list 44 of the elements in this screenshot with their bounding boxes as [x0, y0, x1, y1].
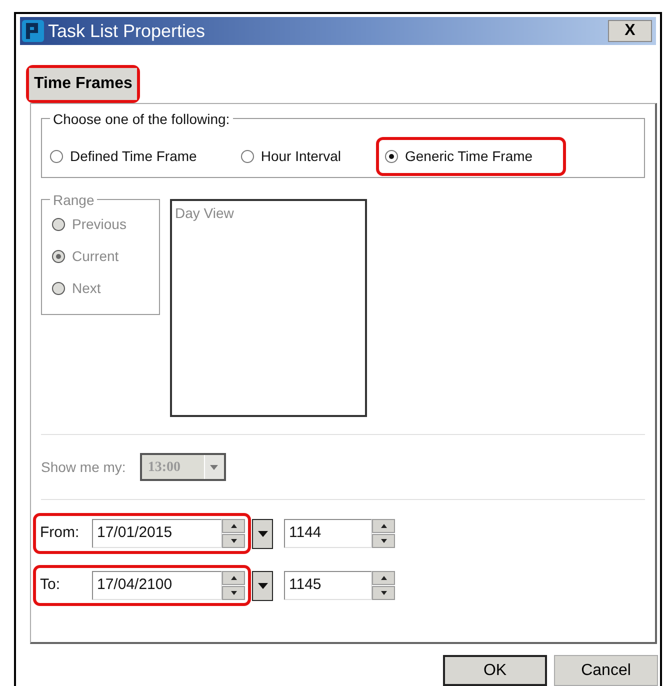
caret-up-icon — [230, 576, 236, 580]
time-field[interactable]: 1144 — [284, 519, 372, 548]
caret-down-icon — [258, 530, 268, 536]
window-title: Task List Properties — [48, 20, 206, 43]
spin-up-button[interactable] — [372, 571, 395, 585]
time-field[interactable]: 1145 — [284, 571, 372, 600]
date-label: From: — [40, 523, 80, 544]
caret-down-icon — [258, 582, 268, 588]
app-logo-icon — [22, 20, 44, 42]
date-field[interactable]: 17/04/2100 — [92, 571, 222, 600]
date-label: To: — [40, 575, 62, 596]
spin-up-button[interactable] — [372, 519, 395, 533]
spin-up-button[interactable] — [222, 571, 245, 585]
option-label: Current — [72, 247, 119, 266]
spin-down-button[interactable] — [372, 586, 395, 600]
spin-down-button[interactable] — [222, 586, 245, 600]
caret-up-icon — [380, 576, 386, 580]
caret-down-icon — [380, 591, 386, 595]
radio-button[interactable] — [50, 150, 63, 162]
day-view-label: Day View — [175, 205, 234, 221]
radio-button[interactable] — [384, 150, 398, 162]
option-label: Hour Interval — [260, 146, 341, 166]
caret-up-icon — [230, 524, 236, 528]
option-label: Generic Time Frame — [404, 146, 533, 166]
caret-up-icon — [380, 524, 386, 528]
radio-button[interactable] — [240, 150, 254, 162]
show-me-label: Show me my: — [41, 458, 126, 477]
option-label: Previous — [72, 215, 126, 234]
spin-up-button[interactable] — [222, 519, 245, 533]
calendar-dropdown-button[interactable] — [252, 570, 273, 600]
spin-down-button[interactable] — [372, 534, 395, 548]
spin-down-button[interactable] — [222, 534, 245, 548]
caret-down-icon — [230, 591, 236, 595]
dialog-button[interactable]: Cancel — [554, 655, 658, 686]
option-label: Defined Time Frame — [70, 146, 197, 166]
dialog-button[interactable]: OK — [443, 655, 547, 686]
caret-down-icon — [380, 539, 386, 543]
caret-down-icon — [210, 464, 218, 470]
option-label: Next — [72, 279, 101, 298]
date-field[interactable]: 17/01/2015 — [92, 519, 222, 548]
tab[interactable]: Time Frames — [29, 68, 138, 100]
close-button[interactable]: X — [608, 20, 652, 42]
caret-down-icon — [230, 539, 236, 543]
calendar-dropdown-button[interactable] — [252, 518, 273, 548]
